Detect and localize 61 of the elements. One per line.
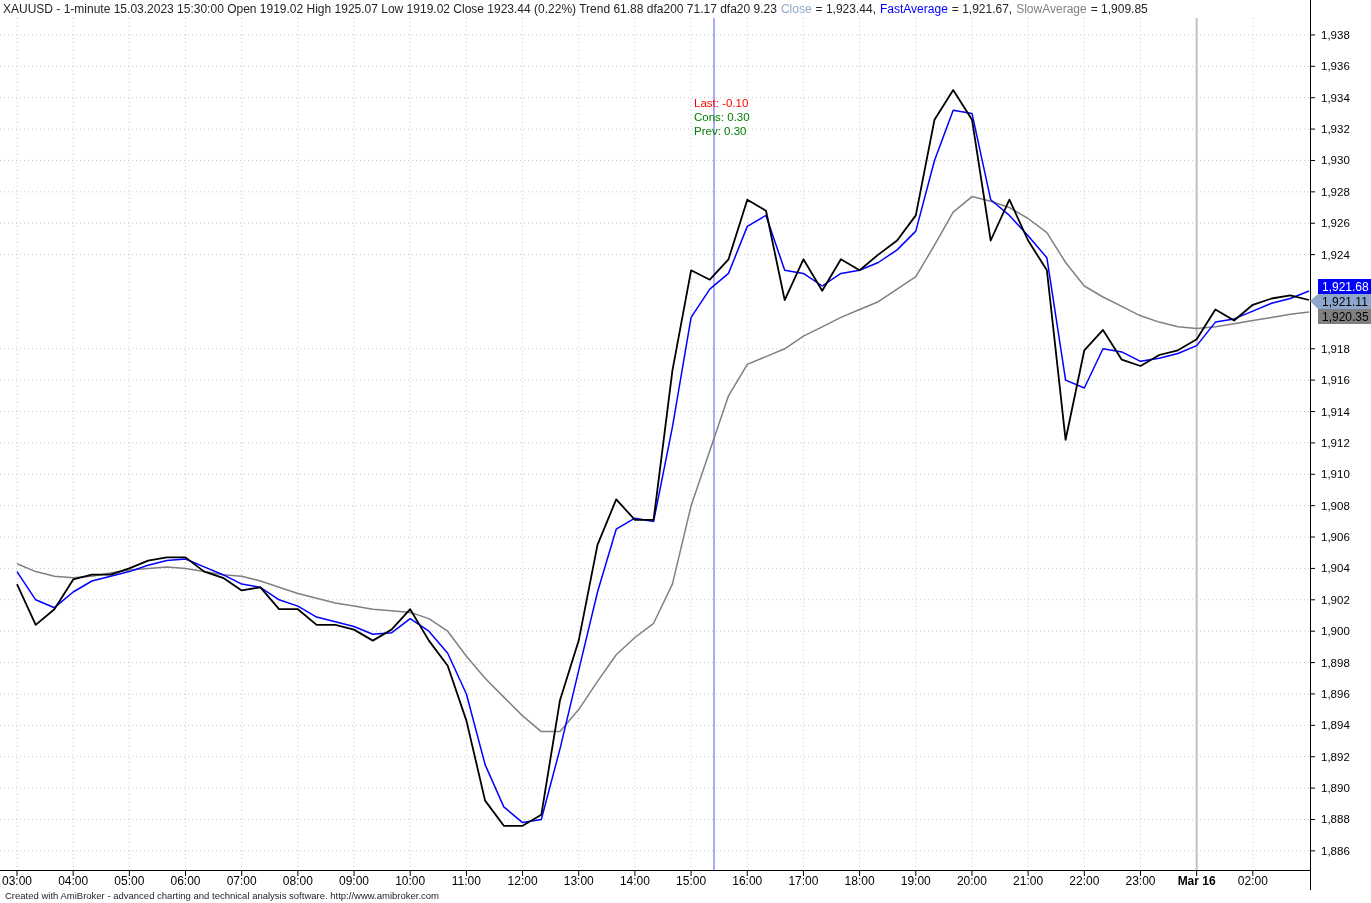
axis-label: 1,916 bbox=[1321, 374, 1350, 387]
axis-label: 1,934 bbox=[1321, 91, 1350, 104]
axis-label: 1,932 bbox=[1321, 123, 1350, 136]
axis-label: 08:00 bbox=[282, 874, 313, 888]
legend-value: = 1,909.85 bbox=[1090, 1, 1148, 18]
axis-label: 1,894 bbox=[1321, 719, 1350, 732]
axis-label: 09:00 bbox=[339, 874, 370, 888]
axis-label: 22:00 bbox=[1069, 874, 1100, 888]
axis-label: 1,924 bbox=[1321, 248, 1350, 261]
axis-label: 1,936 bbox=[1321, 60, 1350, 73]
axis-label: 1,900 bbox=[1321, 625, 1350, 638]
footer-text: Created with AmiBroker - advanced charting and technical analysis software. http://www.amibroker.com bbox=[4, 890, 441, 903]
axis-label: 14:00 bbox=[619, 874, 650, 888]
axis-label: 23:00 bbox=[1125, 874, 1156, 888]
price-badge: 1,920.35 bbox=[1318, 309, 1371, 324]
axis-label: 04:00 bbox=[58, 874, 89, 888]
axis-label: 1,938 bbox=[1321, 28, 1350, 41]
axis-label: 1,898 bbox=[1321, 656, 1350, 669]
axis-label: 1,918 bbox=[1321, 342, 1350, 355]
legend-label: FastAverage bbox=[880, 1, 948, 18]
axis-label: 19:00 bbox=[900, 874, 931, 888]
axis-label: 1,896 bbox=[1321, 687, 1350, 700]
axis-label: 1,888 bbox=[1321, 813, 1350, 826]
legend-value: = 1,923.44, bbox=[815, 1, 876, 18]
axis-label: 17:00 bbox=[788, 874, 819, 888]
axis-label: 1,926 bbox=[1321, 217, 1350, 230]
axis-label: 1,890 bbox=[1321, 782, 1350, 795]
axis-label: 1,908 bbox=[1321, 499, 1350, 512]
axis-label: 13:00 bbox=[563, 874, 594, 888]
annotation-text: Prev: 0.30 bbox=[694, 125, 747, 137]
annotation-text: Cons: 0.30 bbox=[694, 111, 750, 123]
axis-label: 07:00 bbox=[226, 874, 257, 888]
axis-label: 1,912 bbox=[1321, 436, 1350, 449]
axis-label: 1,930 bbox=[1321, 154, 1350, 167]
axis-label: 1,904 bbox=[1321, 562, 1350, 575]
axis-label: 21:00 bbox=[1013, 874, 1044, 888]
axis-label: 18:00 bbox=[844, 874, 875, 888]
axis-label: 20:00 bbox=[956, 874, 987, 888]
axis-label: 05:00 bbox=[114, 874, 145, 888]
chart-title: XAUUSD - 1-minute 15.03.2023 15:30:00 Open 1919.02 High 1925.07 Low 1919.02 Close 1923.44 (0.22%) Trend 61.88 dfa200 71.17 dfa20 9.23 bbox=[3, 1, 777, 18]
price-badge: 1,921.68 bbox=[1318, 279, 1371, 294]
axis-label: 16:00 bbox=[732, 874, 763, 888]
axis-label: 15:00 bbox=[676, 874, 707, 888]
axis-label: 02:00 bbox=[1237, 874, 1268, 888]
annotation-text: Last: -0.10 bbox=[694, 97, 749, 109]
axis-label: 1,910 bbox=[1321, 468, 1350, 481]
axis-label: 1,906 bbox=[1321, 531, 1350, 544]
axis-label: 12:00 bbox=[507, 874, 538, 888]
axis-label: 1,886 bbox=[1321, 844, 1350, 857]
axis-label: 1,892 bbox=[1321, 750, 1350, 763]
axis-label: 1,902 bbox=[1321, 593, 1350, 606]
axis-label: 11:00 bbox=[451, 874, 481, 888]
axis-label: 10:00 bbox=[395, 874, 426, 888]
legend-label: Close bbox=[780, 1, 812, 18]
axis-label: Mar 16 bbox=[1177, 874, 1216, 888]
axis-label: 1,914 bbox=[1321, 405, 1350, 418]
axis-label: 1,928 bbox=[1321, 185, 1350, 198]
legend-value: = 1,921.67, bbox=[951, 1, 1013, 18]
axis-label: 03:00 bbox=[2, 874, 32, 888]
axis-label: 06:00 bbox=[170, 874, 201, 888]
legend-label: SlowAverage bbox=[1016, 1, 1087, 18]
